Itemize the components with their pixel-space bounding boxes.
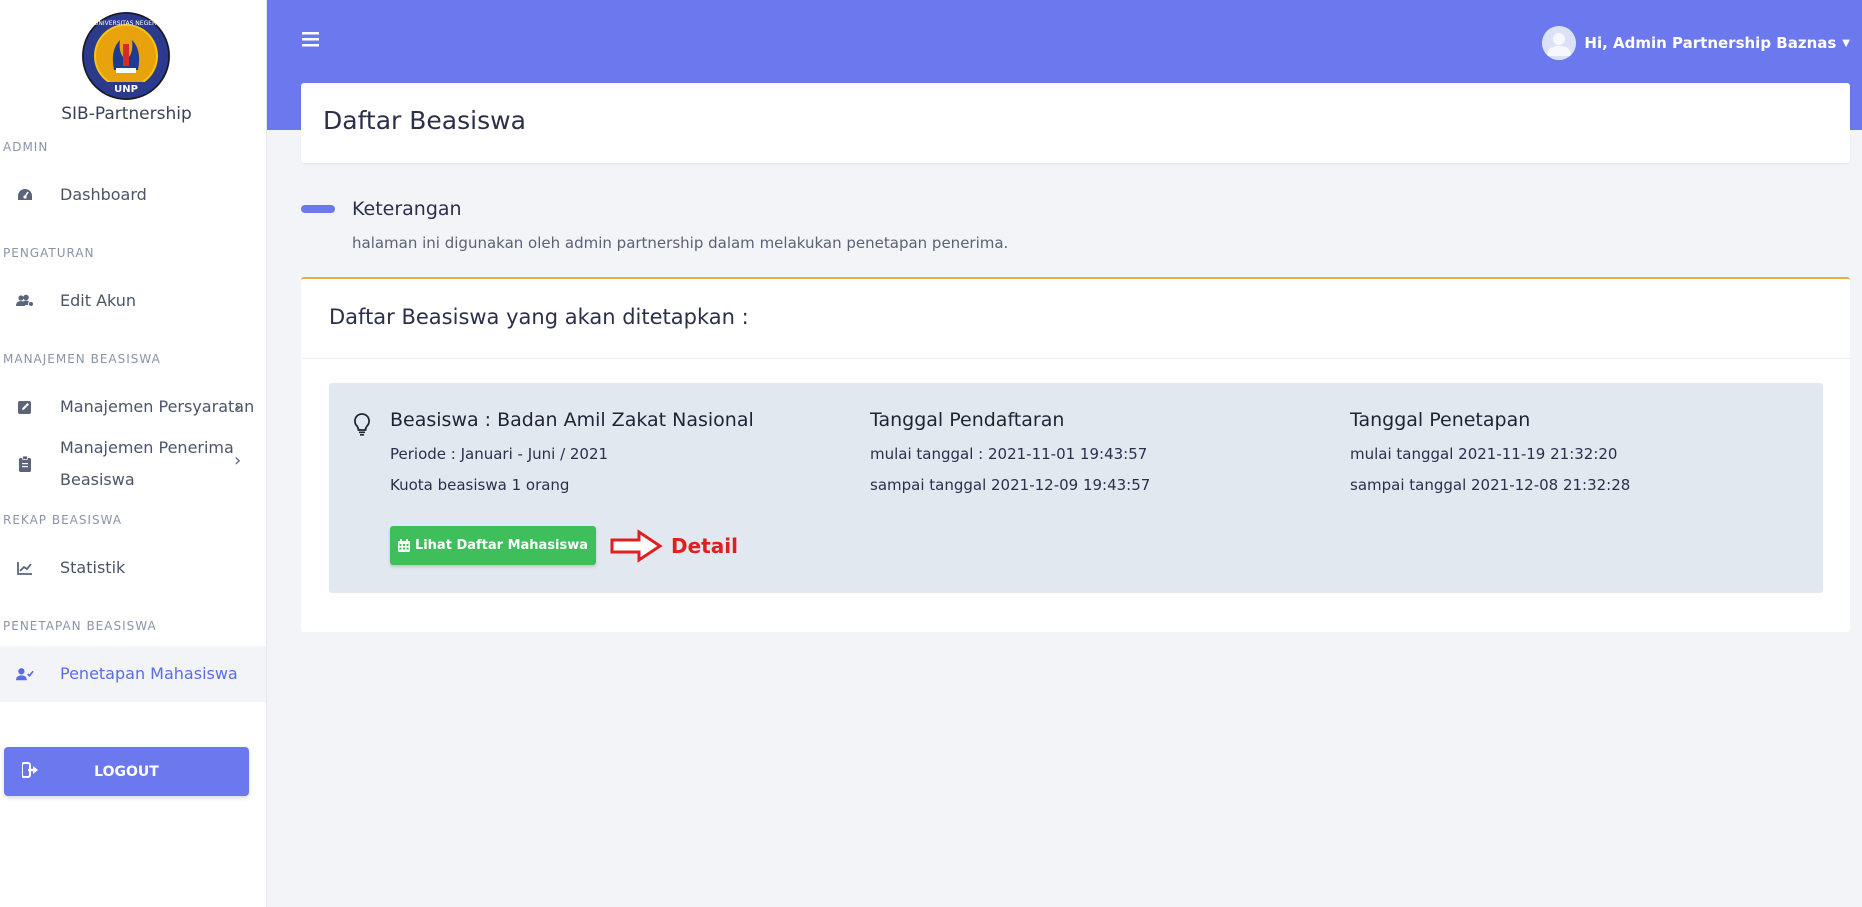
sidebar-item-label: Edit Akun: [60, 291, 137, 310]
registration-end: sampai tanggal 2021-12-09 19:43:57: [870, 476, 1151, 494]
sidebar-item-dashboard[interactable]: Dashboard: [0, 179, 266, 211]
scholarship-item: Beasiswa : Badan Amil Zakat Nasional Per…: [329, 383, 1823, 593]
sidebar-item-edit-akun[interactable]: Edit Akun: [0, 285, 266, 317]
arrow-right-annotation-icon: [609, 529, 663, 567]
logout-button[interactable]: LOGOUT: [4, 747, 249, 796]
keterangan-title: Keterangan: [352, 198, 462, 220]
section-admin: ADMIN: [3, 140, 49, 154]
chevron-right-icon: ›: [234, 396, 242, 418]
sidebar-item-penetapan-mahasiswa[interactable]: Penetapan Mahasiswa: [0, 646, 266, 702]
page-title-card: Daftar Beasiswa: [301, 83, 1850, 163]
sidebar-item-label: Penetapan Mahasiswa: [60, 664, 238, 683]
registration-dates: Tanggal Pendaftaran mulai tanggal : 2021…: [870, 409, 1150, 507]
logout-label: LOGOUT: [94, 763, 159, 780]
chart-line-icon: [16, 559, 34, 577]
keterangan-description: halaman ini digunakan oleh admin partner…: [352, 234, 1009, 252]
determination-dates: Tanggal Penetapan mulai tanggal 2021-11-…: [1350, 409, 1630, 507]
users-cog-icon: [16, 292, 34, 310]
scholarship-name: Beasiswa : Badan Amil Zakat Nasional: [390, 409, 754, 431]
sidebar-item-manajemen-persyaratan[interactable]: Manajemen Persyaratan ›: [0, 391, 266, 423]
svg-text:UNP: UNP: [114, 84, 138, 95]
hamburger-menu-icon[interactable]: [301, 30, 321, 52]
svg-text:UNIVERSITAS NEGERI: UNIVERSITAS NEGERI: [94, 20, 158, 27]
section-pengaturan: PENGATURAN: [3, 246, 95, 260]
caret-down-icon: ▼: [1842, 37, 1850, 49]
scholarship-info: Beasiswa : Badan Amil Zakat Nasional Per…: [390, 409, 754, 507]
edit-square-icon: [16, 398, 34, 416]
card-title: Daftar Beasiswa yang akan ditetapkan :: [329, 305, 749, 329]
app-brand[interactable]: SIB-Partnership: [0, 104, 253, 124]
university-logo[interactable]: UNP UNIVERSITAS NEGERI: [80, 10, 172, 102]
scholarship-periode: Periode : Januari - Juni / 2021: [390, 445, 609, 463]
avatar: [1542, 26, 1577, 60]
sign-out-icon: [21, 762, 40, 782]
section-rekap: REKAP BEASISWA: [3, 513, 123, 527]
section-manajemen: MANAJEMEN BEASISWA: [3, 352, 161, 366]
sidebar-item-label: Statistik: [60, 558, 126, 577]
gauge-icon: [16, 186, 34, 204]
clipboard-icon: [16, 455, 34, 473]
registration-start: mulai tanggal : 2021-11-01 19:43:57: [870, 445, 1148, 463]
card-header: Daftar Beasiswa yang akan ditetapkan :: [301, 279, 1850, 359]
determination-end: sampai tanggal 2021-12-08 21:32:28: [1350, 476, 1631, 494]
lightbulb-icon: [353, 412, 371, 440]
calendar-icon: [397, 539, 410, 552]
detail-annotation: Detail: [671, 534, 738, 558]
sidebar: UNP UNIVERSITAS NEGERI SIB-Partnership A…: [0, 0, 267, 907]
section-penetapan: PENETAPAN BEASISWA: [3, 619, 157, 633]
page-title: Daftar Beasiswa: [323, 106, 526, 135]
user-check-icon: [16, 665, 34, 683]
sidebar-item-label: Manajemen Persyaratan: [60, 397, 255, 416]
user-menu[interactable]: Hi, Admin Partnership Baznas ▼: [1542, 26, 1850, 60]
view-students-label: Lihat Daftar Mahasiswa: [414, 538, 589, 553]
sidebar-item-manajemen-penerima[interactable]: Manajemen Penerima Beasiswa ›: [0, 432, 266, 496]
scholarship-kuota: Kuota beasiswa 1 orang: [390, 476, 570, 494]
keterangan-bar: [301, 205, 335, 213]
sidebar-item-statistik[interactable]: Statistik: [0, 552, 266, 584]
sidebar-item-label: Manajemen Penerima: [60, 438, 234, 457]
chevron-right-icon: ›: [234, 450, 242, 471]
view-students-button[interactable]: Lihat Daftar Mahasiswa: [390, 526, 596, 565]
sidebar-item-label-line2: Beasiswa: [60, 470, 135, 489]
scholarship-list-card: Daftar Beasiswa yang akan ditetapkan : B…: [301, 277, 1850, 632]
sidebar-item-label: Dashboard: [60, 185, 147, 204]
determination-title: Tanggal Penetapan: [1350, 409, 1531, 431]
determination-start: mulai tanggal 2021-11-19 21:32:20: [1350, 445, 1618, 463]
user-greeting: Hi, Admin Partnership Baznas: [1584, 34, 1837, 52]
registration-title: Tanggal Pendaftaran: [870, 409, 1065, 431]
